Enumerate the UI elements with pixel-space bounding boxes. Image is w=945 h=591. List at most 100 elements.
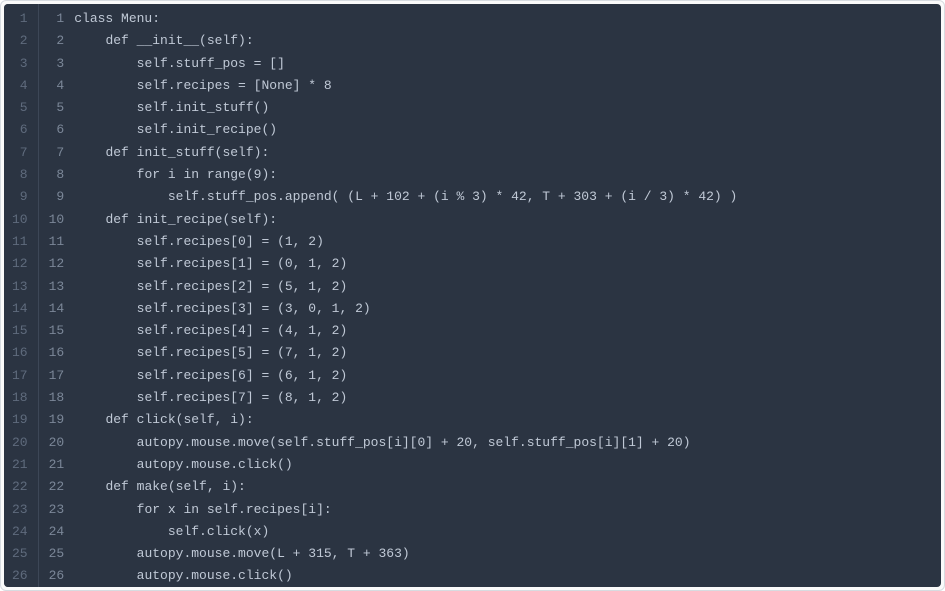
code-text: self.recipes[1] = (0, 1, 2) (137, 256, 348, 271)
outer-line-number: 1 (12, 8, 28, 30)
outer-line-number: 19 (12, 409, 28, 431)
code-line[interactable]: self.stuff_pos = [] (74, 53, 929, 75)
code-text: autopy.mouse.click() (137, 568, 293, 583)
inner-line-number: 18 (49, 387, 65, 409)
code-text: class Menu: (74, 11, 160, 26)
code-text: def click(self, i): (105, 412, 253, 427)
code-line[interactable]: def click(self, i): (74, 409, 929, 431)
editor-frame: 1234567891011121314151617181920212223242… (0, 0, 945, 591)
code-line[interactable]: def make(self, i): (74, 476, 929, 498)
code-text: def init_stuff(self): (105, 145, 269, 160)
code-text: self.init_recipe() (137, 122, 277, 137)
code-area[interactable]: 1234567891011121314151617181920212223242… (39, 4, 941, 587)
code-line[interactable]: self.init_recipe() (74, 119, 929, 141)
inner-line-number: 15 (49, 320, 65, 342)
code-text: self.stuff_pos.append( (L + 102 + (i % 3… (168, 189, 738, 204)
inner-line-number: 3 (49, 53, 65, 75)
outer-line-number: 25 (12, 543, 28, 565)
code-text: self.recipes[6] = (6, 1, 2) (137, 368, 348, 383)
code-text: self.stuff_pos = [] (137, 56, 285, 71)
outer-line-number: 12 (12, 253, 28, 275)
code-line[interactable]: self.click(x) (74, 521, 929, 543)
code-line[interactable]: autopy.mouse.click() (74, 565, 929, 587)
inner-line-gutter: 1234567891011121314151617181920212223242… (39, 8, 75, 583)
code-line[interactable]: self.recipes[2] = (5, 1, 2) (74, 276, 929, 298)
outer-line-number: 23 (12, 499, 28, 521)
inner-line-number: 5 (49, 97, 65, 119)
code-text: def __init__(self): (105, 33, 253, 48)
inner-line-number: 1 (49, 8, 65, 30)
inner-line-number: 22 (49, 476, 65, 498)
code-text: self.recipes = [None] * 8 (137, 78, 332, 93)
outer-line-number: 21 (12, 454, 28, 476)
inner-line-number: 10 (49, 209, 65, 231)
code-line[interactable]: self.recipes[1] = (0, 1, 2) (74, 253, 929, 275)
code-line[interactable]: class Menu: (74, 8, 929, 30)
code-text: self.recipes[4] = (4, 1, 2) (137, 323, 348, 338)
code-line[interactable]: self.recipes[7] = (8, 1, 2) (74, 387, 929, 409)
inner-line-number: 12 (49, 253, 65, 275)
outer-line-number: 26 (12, 565, 28, 587)
code-text: self.init_stuff() (137, 100, 270, 115)
outer-line-number: 2 (12, 30, 28, 52)
outer-line-number: 8 (12, 164, 28, 186)
code-editor[interactable]: 1234567891011121314151617181920212223242… (4, 4, 941, 587)
code-text: for i in range(9): (137, 167, 277, 182)
code-line[interactable]: def init_recipe(self): (74, 209, 929, 231)
inner-line-number: 25 (49, 543, 65, 565)
code-line[interactable]: self.recipes[4] = (4, 1, 2) (74, 320, 929, 342)
outer-line-number: 18 (12, 387, 28, 409)
code-text: self.recipes[5] = (7, 1, 2) (137, 345, 348, 360)
outer-line-number: 10 (12, 209, 28, 231)
code-lines[interactable]: class Menu: def __init__(self): self.stu… (74, 8, 941, 583)
code-text: self.recipes[3] = (3, 0, 1, 2) (137, 301, 371, 316)
outer-line-number: 22 (12, 476, 28, 498)
code-line[interactable]: autopy.mouse.move(self.stuff_pos[i][0] +… (74, 432, 929, 454)
code-line[interactable]: self.recipes[0] = (1, 2) (74, 231, 929, 253)
inner-line-number: 21 (49, 454, 65, 476)
outer-line-number: 16 (12, 342, 28, 364)
code-line[interactable]: self.recipes = [None] * 8 (74, 75, 929, 97)
code-line[interactable]: self.recipes[5] = (7, 1, 2) (74, 342, 929, 364)
inner-line-number: 23 (49, 499, 65, 521)
inner-line-number: 20 (49, 432, 65, 454)
code-text: self.click(x) (168, 524, 269, 539)
inner-line-number: 6 (49, 119, 65, 141)
inner-line-number: 14 (49, 298, 65, 320)
outer-line-number: 13 (12, 276, 28, 298)
inner-line-number: 26 (49, 565, 65, 587)
code-text: for x in self.recipes[i]: (137, 502, 332, 517)
code-text: autopy.mouse.click() (137, 457, 293, 472)
inner-line-number: 7 (49, 142, 65, 164)
code-line[interactable]: for x in self.recipes[i]: (74, 499, 929, 521)
inner-line-number: 19 (49, 409, 65, 431)
outer-line-gutter: 1234567891011121314151617181920212223242… (4, 4, 39, 587)
code-text: autopy.mouse.move(self.stuff_pos[i][0] +… (137, 435, 691, 450)
code-line[interactable]: self.recipes[6] = (6, 1, 2) (74, 365, 929, 387)
outer-line-number: 9 (12, 186, 28, 208)
code-line[interactable]: for i in range(9): (74, 164, 929, 186)
outer-line-number: 7 (12, 142, 28, 164)
code-line[interactable]: def __init__(self): (74, 30, 929, 52)
inner-line-number: 16 (49, 342, 65, 364)
code-line[interactable]: self.init_stuff() (74, 97, 929, 119)
code-text: self.recipes[0] = (1, 2) (137, 234, 324, 249)
code-line[interactable]: autopy.mouse.click() (74, 454, 929, 476)
inner-line-number: 2 (49, 30, 65, 52)
inner-line-number: 13 (49, 276, 65, 298)
inner-line-number: 9 (49, 186, 65, 208)
code-line[interactable]: self.stuff_pos.append( (L + 102 + (i % 3… (74, 186, 929, 208)
code-line[interactable]: self.recipes[3] = (3, 0, 1, 2) (74, 298, 929, 320)
outer-line-number: 24 (12, 521, 28, 543)
outer-line-number: 20 (12, 432, 28, 454)
code-line[interactable]: autopy.mouse.move(L + 315, T + 363) (74, 543, 929, 565)
code-text: self.recipes[2] = (5, 1, 2) (137, 279, 348, 294)
inner-line-number: 4 (49, 75, 65, 97)
code-line[interactable]: def init_stuff(self): (74, 142, 929, 164)
outer-line-number: 15 (12, 320, 28, 342)
outer-line-number: 3 (12, 53, 28, 75)
inner-line-number: 17 (49, 365, 65, 387)
outer-line-number: 17 (12, 365, 28, 387)
outer-line-number: 14 (12, 298, 28, 320)
code-text: def make(self, i): (105, 479, 245, 494)
